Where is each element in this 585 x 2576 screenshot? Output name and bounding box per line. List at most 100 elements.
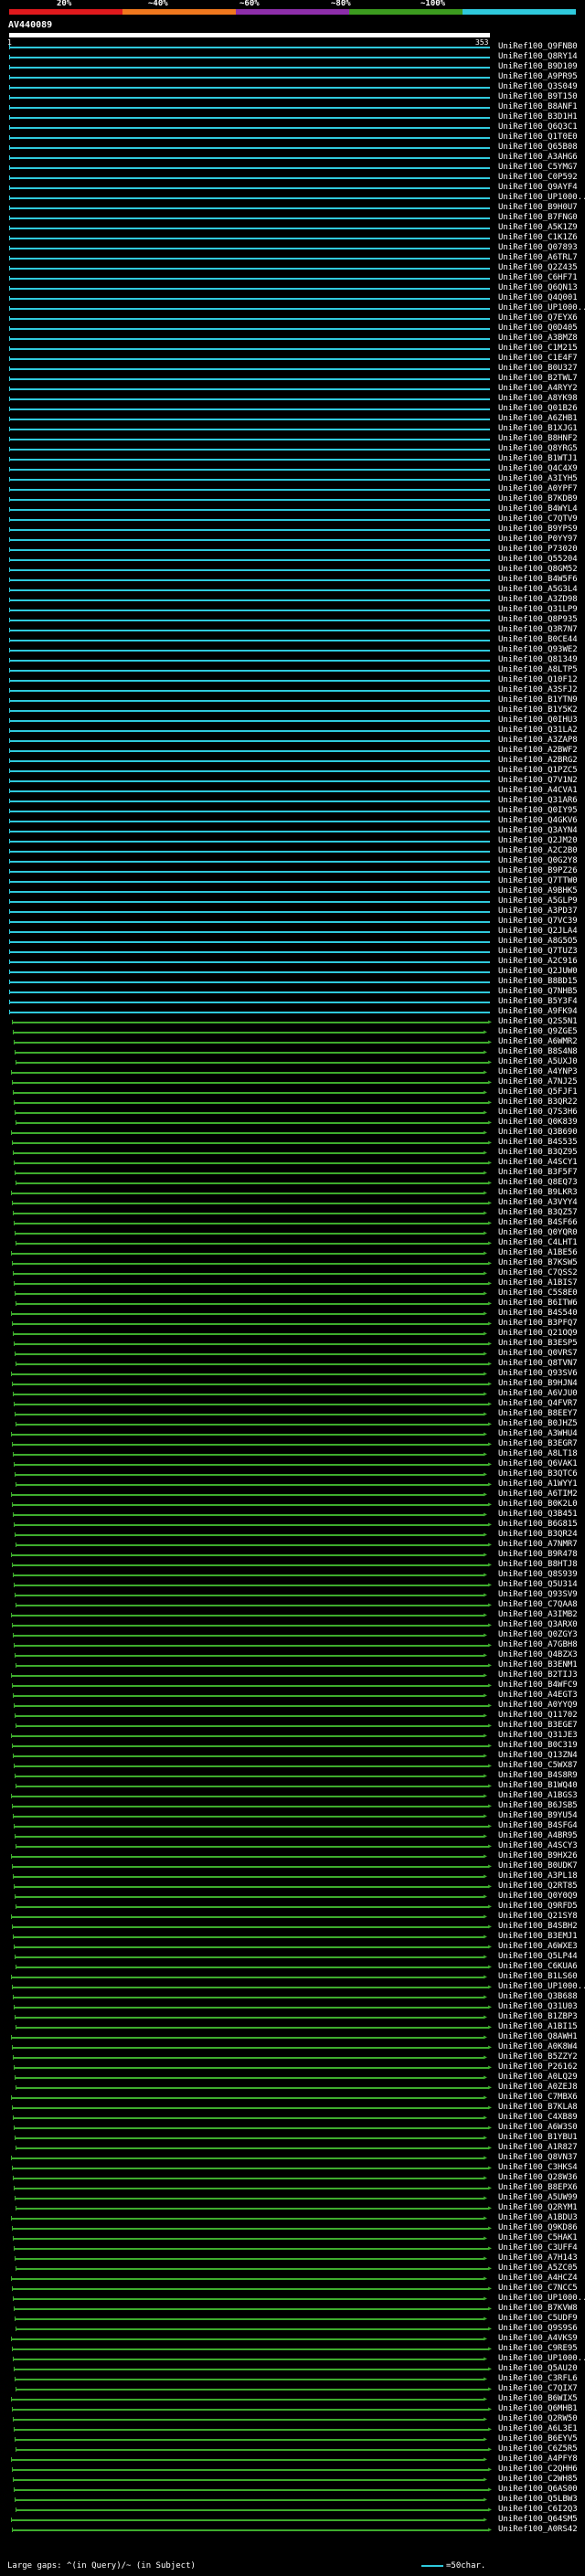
hit-label[interactable]: UniRef100_A7H143 bbox=[498, 2253, 578, 2263]
hit-bar[interactable] bbox=[14, 1585, 489, 1586]
hit-label[interactable]: UniRef100_A0LQ29 bbox=[498, 2072, 578, 2083]
hit-bar[interactable] bbox=[9, 589, 490, 591]
hit-label[interactable]: UniRef100_A8G5O5 bbox=[498, 937, 578, 947]
hit-label[interactable]: UniRef100_Q3B451 bbox=[498, 1510, 578, 1520]
hit-bar[interactable] bbox=[16, 2389, 489, 2390]
hit-bar[interactable] bbox=[14, 1102, 489, 1104]
hit-label[interactable]: UniRef100_Q2RYM1 bbox=[498, 2203, 578, 2213]
hit-bar[interactable] bbox=[12, 1323, 489, 1325]
hit-label[interactable]: UniRef100_Q93WE2 bbox=[498, 645, 578, 655]
hit-label[interactable]: UniRef100_Q9S9S6 bbox=[498, 2324, 578, 2334]
hit-label[interactable]: UniRef100_UP1000... bbox=[498, 193, 585, 203]
hit-bar[interactable] bbox=[16, 2147, 489, 2149]
hit-bar[interactable] bbox=[9, 991, 490, 993]
hit-label[interactable]: UniRef100_Q5FJF1 bbox=[498, 1087, 578, 1097]
hit-bar[interactable] bbox=[9, 77, 490, 79]
hit-label[interactable]: UniRef100_B1Y5K2 bbox=[498, 705, 578, 716]
hit-bar[interactable] bbox=[12, 2107, 489, 2109]
hit-bar[interactable] bbox=[9, 248, 490, 249]
hit-bar[interactable] bbox=[9, 750, 490, 752]
hit-label[interactable]: UniRef100_C1M215 bbox=[498, 344, 578, 354]
hit-label[interactable]: UniRef100_Q0YQR0 bbox=[498, 1228, 578, 1238]
hit-label[interactable]: UniRef100_Q7TTW0 bbox=[498, 876, 578, 886]
hit-bar[interactable] bbox=[16, 1605, 489, 1606]
hit-label[interactable]: UniRef100_B9R478 bbox=[498, 1550, 578, 1560]
hit-bar[interactable] bbox=[9, 449, 490, 451]
hit-label[interactable]: UniRef100_Q21SY8 bbox=[498, 1912, 578, 1922]
hit-bar[interactable] bbox=[11, 1193, 484, 1194]
hit-bar[interactable] bbox=[11, 1554, 484, 1556]
hit-label[interactable]: UniRef100_Q6MHB1 bbox=[498, 2404, 578, 2414]
hit-label[interactable]: UniRef100_C6I2Q3 bbox=[498, 2505, 578, 2515]
hit-bar[interactable] bbox=[14, 2489, 489, 2491]
hit-bar[interactable] bbox=[13, 1152, 484, 1154]
hit-bar[interactable] bbox=[11, 1132, 484, 1134]
hit-bar[interactable] bbox=[9, 258, 490, 260]
hit-bar[interactable] bbox=[13, 1635, 484, 1637]
hit-bar[interactable] bbox=[9, 861, 490, 863]
hit-label[interactable]: UniRef100_Q81349 bbox=[498, 655, 578, 665]
hit-label[interactable]: UniRef100_B6WIX5 bbox=[498, 2394, 578, 2404]
hit-label[interactable]: UniRef100_B8EPX6 bbox=[498, 2183, 578, 2193]
hit-label[interactable]: UniRef100_B8S4N8 bbox=[498, 1047, 578, 1057]
hit-bar[interactable] bbox=[14, 1464, 489, 1466]
hit-bar[interactable] bbox=[16, 1725, 489, 1727]
hit-label[interactable]: UniRef100_A3BMZ8 bbox=[498, 334, 578, 344]
hit-label[interactable]: UniRef100_B6ITW6 bbox=[498, 1299, 578, 1309]
hit-label[interactable]: UniRef100_B3EGE7 bbox=[498, 1721, 578, 1731]
hit-bar[interactable] bbox=[9, 87, 490, 89]
hit-label[interactable]: UniRef100_A4PFY8 bbox=[498, 2454, 578, 2465]
hit-label[interactable]: UniRef100_B9PZ26 bbox=[498, 866, 578, 876]
hit-label[interactable]: UniRef100_Q9RFD5 bbox=[498, 1902, 578, 1912]
hit-bar[interactable] bbox=[12, 1383, 489, 1385]
hit-bar[interactable] bbox=[9, 811, 490, 812]
hit-label[interactable]: UniRef100_Q7S3H6 bbox=[498, 1108, 578, 1118]
hit-bar[interactable] bbox=[14, 1223, 489, 1224]
hit-bar[interactable] bbox=[15, 1836, 484, 1838]
hit-bar[interactable] bbox=[13, 2479, 484, 2481]
hit-bar[interactable] bbox=[12, 2529, 489, 2531]
hit-label[interactable]: UniRef100_C1E4F7 bbox=[498, 354, 578, 364]
hit-bar[interactable] bbox=[11, 1434, 484, 1436]
hit-label[interactable]: UniRef100_B4WYL4 bbox=[498, 504, 578, 514]
hit-label[interactable]: UniRef100_B7KLA8 bbox=[498, 2103, 578, 2113]
hit-bar[interactable] bbox=[9, 117, 490, 119]
hit-bar[interactable] bbox=[9, 871, 490, 873]
hit-label[interactable]: UniRef100_Q4Q001 bbox=[498, 293, 578, 303]
hit-bar[interactable] bbox=[15, 2137, 484, 2139]
hit-label[interactable]: UniRef100_B4W5F6 bbox=[498, 575, 578, 585]
hit-label[interactable]: UniRef100_A0YPF7 bbox=[498, 484, 578, 494]
hit-bar[interactable] bbox=[13, 1394, 484, 1395]
hit-label[interactable]: UniRef100_C7QAA8 bbox=[498, 1600, 578, 1610]
hit-label[interactable]: UniRef100_Q0ZGY3 bbox=[498, 1630, 578, 1640]
hit-bar[interactable] bbox=[15, 1172, 484, 1174]
hit-bar[interactable] bbox=[15, 2318, 484, 2320]
hit-label[interactable]: UniRef100_A2C916 bbox=[498, 957, 578, 967]
hit-label[interactable]: UniRef100_B8HNF2 bbox=[498, 434, 578, 444]
hit-bar[interactable] bbox=[14, 2127, 489, 2129]
hit-label[interactable]: UniRef100_A3PL18 bbox=[498, 1871, 578, 1882]
hit-bar[interactable] bbox=[14, 1283, 489, 1285]
hit-bar[interactable] bbox=[9, 47, 490, 48]
hit-bar[interactable] bbox=[12, 1263, 489, 1265]
hit-label[interactable]: UniRef100_Q0IHU3 bbox=[498, 716, 578, 726]
hit-bar[interactable] bbox=[13, 1755, 484, 1757]
hit-label[interactable]: UniRef100_B9HX26 bbox=[498, 1851, 578, 1861]
hit-bar[interactable] bbox=[11, 2218, 484, 2220]
hit-bar[interactable] bbox=[16, 2449, 489, 2451]
hit-label[interactable]: UniRef100_A5G3L4 bbox=[498, 585, 578, 595]
hit-bar[interactable] bbox=[9, 740, 490, 742]
hit-bar[interactable] bbox=[9, 298, 490, 300]
hit-bar[interactable] bbox=[11, 1253, 484, 1255]
hit-bar[interactable] bbox=[13, 1936, 484, 1938]
hit-label[interactable]: UniRef100_A4YNP3 bbox=[498, 1067, 578, 1077]
hit-bar[interactable] bbox=[12, 2409, 489, 2411]
hit-bar[interactable] bbox=[11, 1615, 484, 1617]
hit-bar[interactable] bbox=[9, 238, 490, 239]
hit-bar[interactable] bbox=[12, 2168, 489, 2169]
hit-label[interactable]: UniRef100_Q7V1N2 bbox=[498, 776, 578, 786]
hit-bar[interactable] bbox=[9, 388, 490, 390]
hit-bar[interactable] bbox=[9, 599, 490, 601]
hit-label[interactable]: UniRef100_B2TWL7 bbox=[498, 374, 578, 384]
hit-bar[interactable] bbox=[11, 1977, 484, 1978]
